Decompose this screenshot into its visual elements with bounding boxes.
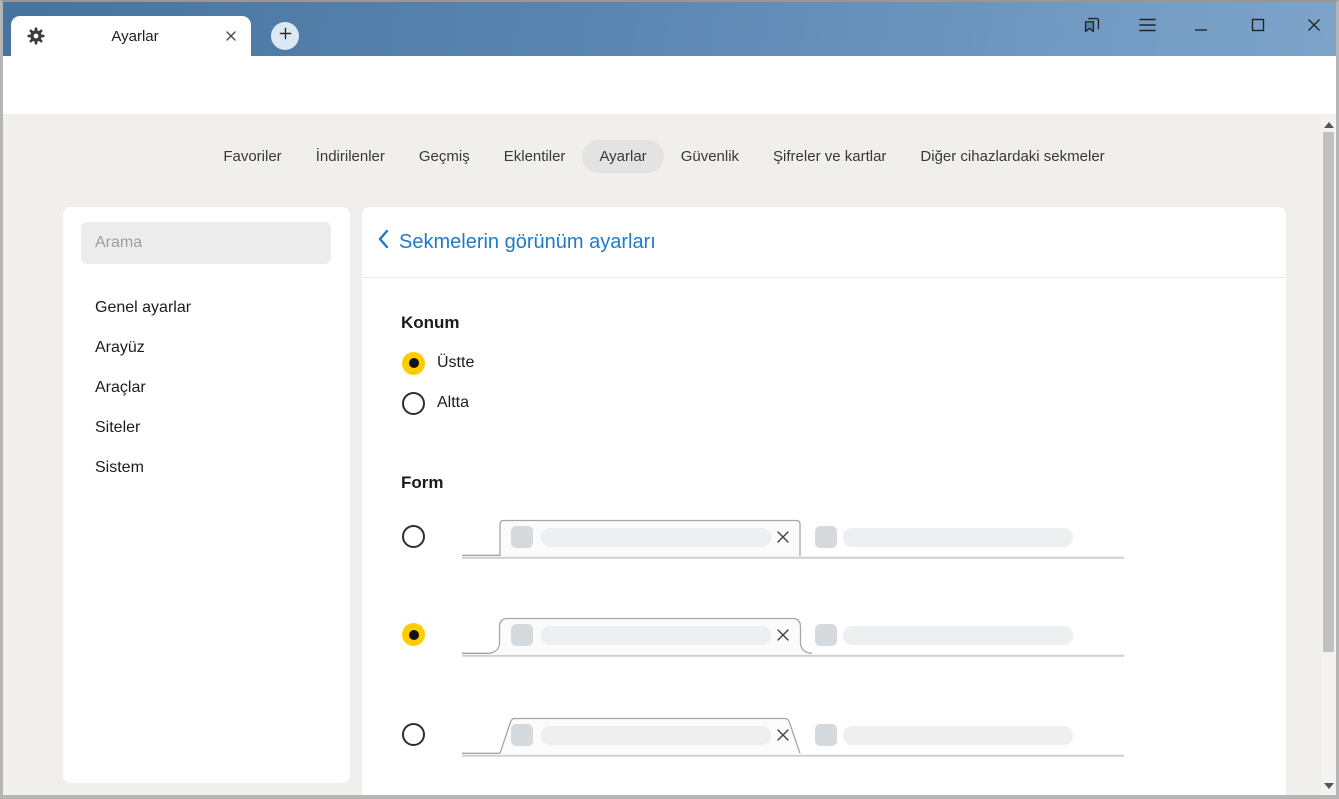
toolbar: Y settings Ayarlar — [3, 56, 1336, 114]
tab-shape-preview-rounded[interactable] — [462, 613, 1124, 657]
scrollbar-thumb[interactable] — [1323, 132, 1334, 652]
preview-title-bar-inactive — [843, 626, 1073, 645]
preview-favicon — [511, 526, 533, 548]
preview-title-bar — [541, 528, 771, 547]
bookmarks-panel-icon[interactable] — [1081, 14, 1103, 36]
menu-icon[interactable] — [1136, 14, 1158, 36]
back-link-label: Sekmelerin görünüm ayarları — [399, 231, 656, 254]
radio-form-rounded[interactable] — [402, 623, 425, 646]
option-ustte[interactable]: Üstte — [402, 351, 474, 375]
settings-main-panel: Sekmelerin görünüm ayarları Konum Üstte … — [362, 207, 1286, 795]
maximize-icon[interactable] — [1247, 14, 1269, 36]
nav-tab-eklentiler[interactable]: Eklentiler — [487, 140, 583, 173]
nav-tab-favoriler[interactable]: Favoriler — [206, 140, 298, 173]
back-link[interactable]: Sekmelerin görünüm ayarları — [377, 229, 656, 255]
tab-title: Ayarlar — [46, 28, 224, 45]
preview-favicon-inactive — [815, 526, 837, 548]
settings-page: Favoriler İndirilenler Geçmiş Eklentiler… — [3, 114, 1336, 795]
settings-sidebar: Genel ayarlar Arayüz Araçlar Siteler Sis… — [63, 207, 350, 783]
chevron-left-icon — [377, 229, 389, 255]
browser-tab-settings[interactable]: Ayarlar — [11, 16, 251, 56]
vertical-scrollbar[interactable] — [1321, 115, 1336, 795]
preview-favicon — [511, 724, 533, 746]
browser-window: Ayarlar — [0, 0, 1339, 799]
search-input[interactable] — [81, 222, 331, 264]
sidebar-item-siteler[interactable]: Siteler — [63, 408, 350, 448]
option-altta[interactable]: Altta — [402, 391, 469, 415]
tab-shape-preview-square[interactable] — [462, 515, 1124, 559]
preview-title-bar — [541, 726, 771, 745]
gear-icon — [26, 26, 46, 46]
sidebar-list: Genel ayarlar Arayüz Araçlar Siteler Sis… — [63, 288, 350, 488]
nav-tab-indirilenler[interactable]: İndirilenler — [299, 140, 402, 173]
radio-form-trapezoid[interactable] — [402, 723, 425, 746]
section-title-konum: Konum — [401, 313, 460, 333]
nav-tab-sifreler[interactable]: Şifreler ve kartlar — [756, 140, 903, 173]
preview-title-bar — [541, 626, 771, 645]
settings-nav: Favoriler İndirilenler Geçmiş Eklentiler… — [3, 140, 1325, 173]
nav-tab-gecmis[interactable]: Geçmiş — [402, 140, 487, 173]
section-title-form: Form — [401, 473, 444, 493]
section-header: Sekmelerin görünüm ayarları — [362, 207, 1286, 278]
radio-form-square[interactable] — [402, 525, 425, 548]
preview-title-bar-inactive — [843, 528, 1073, 547]
preview-favicon — [511, 624, 533, 646]
close-icon[interactable] — [1303, 14, 1325, 36]
minimize-icon[interactable] — [1190, 14, 1212, 36]
preview-favicon-inactive — [815, 724, 837, 746]
nav-tab-ayarlar[interactable]: Ayarlar — [582, 140, 663, 173]
option-altta-label: Altta — [437, 394, 469, 412]
radio-altta[interactable] — [402, 392, 425, 415]
tab-close-icon[interactable] — [224, 29, 238, 43]
scroll-down-icon[interactable] — [1321, 778, 1336, 793]
tab-shape-preview-trapezoid[interactable] — [462, 713, 1124, 757]
nav-tab-guvenlik[interactable]: Güvenlik — [664, 140, 756, 173]
preview-title-bar-inactive — [843, 726, 1073, 745]
new-tab-button[interactable] — [271, 22, 299, 50]
option-ustte-label: Üstte — [437, 354, 474, 372]
radio-ustte[interactable] — [402, 352, 425, 375]
preview-favicon-inactive — [815, 624, 837, 646]
sidebar-item-araclar[interactable]: Araçlar — [63, 368, 350, 408]
sidebar-item-genel-ayarlar[interactable]: Genel ayarlar — [63, 288, 350, 328]
sidebar-item-sistem[interactable]: Sistem — [63, 448, 350, 488]
sidebar-item-arayuz[interactable]: Arayüz — [63, 328, 350, 368]
nav-tab-diger-cihazlar[interactable]: Diğer cihazlardaki sekmeler — [903, 140, 1121, 173]
scroll-up-icon[interactable] — [1321, 117, 1336, 132]
titlebar: Ayarlar — [3, 2, 1336, 56]
plus-icon — [278, 26, 293, 46]
